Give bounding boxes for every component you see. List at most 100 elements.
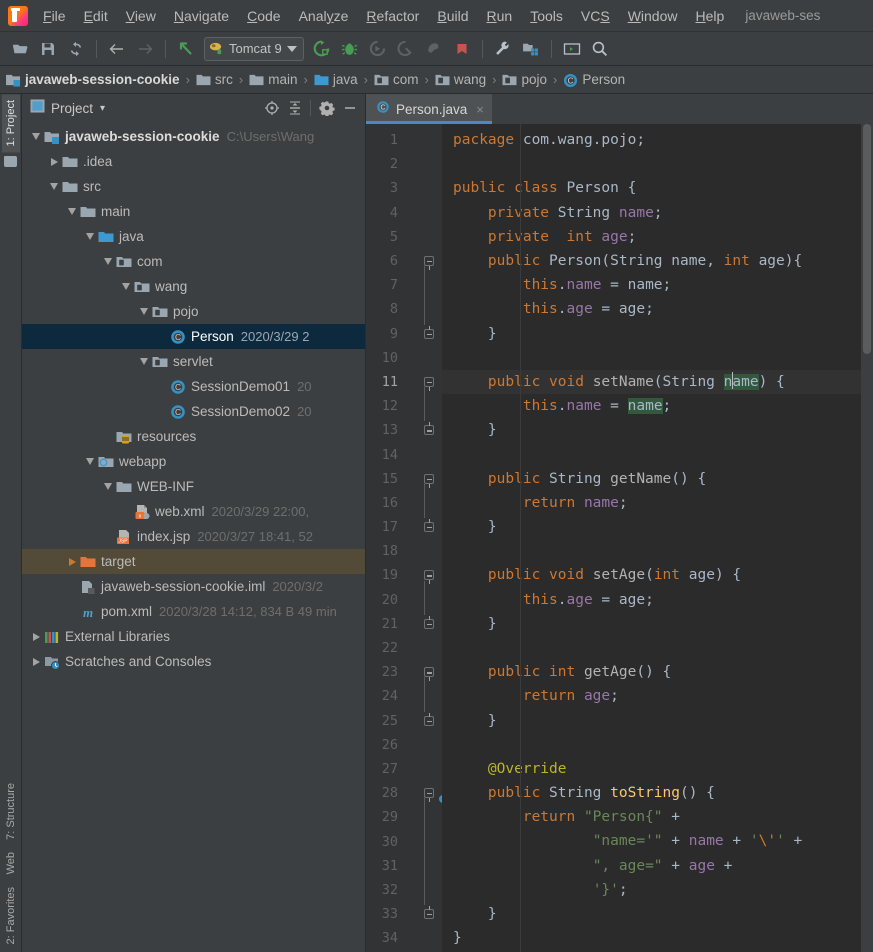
open-project-icon[interactable] bbox=[7, 36, 33, 62]
menu-item-analyze[interactable]: Analyze bbox=[290, 5, 358, 27]
menu-item-tools[interactable]: Tools bbox=[521, 5, 572, 27]
gutter-line-4[interactable]: 4 bbox=[366, 201, 442, 225]
gutter-line-30[interactable]: 30 bbox=[366, 829, 442, 853]
code-editor[interactable]: 1 2 3 4 5 6 7 8 9 10 11 12 13 14 15 16 17 18 19 20 21 22 23 24 2… bbox=[366, 124, 873, 952]
code-fold-close-icon[interactable] bbox=[424, 422, 434, 436]
tree-expander-icon[interactable] bbox=[64, 557, 80, 566]
code-fold-open-icon[interactable] bbox=[424, 570, 434, 585]
breadcrumb-item-src[interactable]: src bbox=[196, 72, 233, 87]
code-line-26[interactable] bbox=[442, 733, 873, 757]
tree-expander-icon[interactable] bbox=[28, 133, 44, 140]
code-fold-open-icon[interactable] bbox=[424, 667, 434, 682]
chevron-down-icon[interactable] bbox=[286, 45, 297, 52]
code-line-9[interactable]: } bbox=[442, 322, 873, 346]
gutter-line-9[interactable]: 9 bbox=[366, 322, 442, 346]
gutter-line-2[interactable]: 2 bbox=[366, 152, 442, 176]
tree-node-pom-xml[interactable]: m pom.xml 2020/3/28 14:12, 834 B 49 min bbox=[22, 599, 365, 624]
gutter-marker-area[interactable] bbox=[400, 519, 440, 533]
tree-node-resources[interactable]: resources bbox=[22, 424, 365, 449]
code-fold-open-icon[interactable] bbox=[424, 473, 434, 488]
collapse-all-icon[interactable] bbox=[284, 97, 306, 119]
menu-item-file[interactable]: File bbox=[34, 5, 75, 27]
back-icon[interactable] bbox=[104, 36, 130, 62]
code-line-24[interactable]: return age; bbox=[442, 684, 873, 708]
sync-icon[interactable] bbox=[63, 36, 89, 62]
code-fold-close-icon[interactable] bbox=[424, 519, 434, 533]
breadcrumb-item-person[interactable]: C Person bbox=[563, 72, 625, 87]
editor-scrollbar[interactable] bbox=[861, 124, 873, 952]
gutter-line-6[interactable]: 6 bbox=[366, 249, 442, 273]
code-line-5[interactable]: private int age; bbox=[442, 225, 873, 249]
gutter-marker-area[interactable] bbox=[400, 615, 440, 629]
tree-node-com[interactable]: com bbox=[22, 249, 365, 274]
tree-node-javaweb-session-cookie[interactable]: javaweb-session-cookie C:\Users\Wang bbox=[22, 124, 365, 149]
gutter-line-25[interactable]: 25 bbox=[366, 709, 442, 733]
tree-expander-icon[interactable] bbox=[46, 183, 62, 190]
code-line-8[interactable]: this.age = age; bbox=[442, 297, 873, 321]
sidebar-item-favorites[interactable]: 2: Favorites bbox=[2, 881, 20, 950]
gutter-line-34[interactable]: 34 bbox=[366, 926, 442, 950]
gutter-marker-area[interactable] bbox=[400, 376, 440, 391]
tree-node-scratches-and-consoles[interactable]: Scratches and Consoles bbox=[22, 649, 365, 674]
gutter-line-31[interactable]: 31 bbox=[366, 854, 442, 878]
tree-node-person[interactable]: C Person 2020/3/29 2 bbox=[22, 324, 365, 349]
tree-node-src[interactable]: src bbox=[22, 174, 365, 199]
menu-item-build[interactable]: Build bbox=[428, 5, 477, 27]
sidebar-item-structure[interactable]: 7: Structure bbox=[2, 777, 20, 846]
tree-node-pojo[interactable]: pojo bbox=[22, 299, 365, 324]
code-line-18[interactable] bbox=[442, 539, 873, 563]
code-line-1[interactable]: package com.wang.pojo; bbox=[442, 128, 873, 152]
sidebar-item-web[interactable]: Web bbox=[2, 846, 20, 880]
gutter-marker-area[interactable] bbox=[400, 712, 440, 726]
breadcrumb-item-javaweb-session-cookie[interactable]: javaweb-session-cookie bbox=[6, 72, 180, 87]
menu-item-window[interactable]: Window bbox=[619, 5, 687, 27]
breadcrumb-item-wang[interactable]: wang bbox=[435, 72, 486, 87]
breadcrumb-item-com[interactable]: com bbox=[374, 72, 419, 87]
tree-expander-icon[interactable] bbox=[136, 358, 152, 365]
code-line-33[interactable]: } bbox=[442, 902, 873, 926]
project-structure-icon[interactable] bbox=[518, 36, 544, 62]
tree-expander-icon[interactable] bbox=[136, 308, 152, 315]
gutter-marker-area[interactable] bbox=[400, 570, 440, 585]
gutter-line-18[interactable]: 18 bbox=[366, 539, 442, 563]
gutter-line-32[interactable]: 32 bbox=[366, 878, 442, 902]
gutter-line-16[interactable]: 16 bbox=[366, 491, 442, 515]
tree-node-main[interactable]: main bbox=[22, 199, 365, 224]
gutter-line-11[interactable]: 11 bbox=[366, 370, 442, 394]
code-line-4[interactable]: private String name; bbox=[442, 201, 873, 225]
breadcrumb-item-pojo[interactable]: pojo bbox=[502, 72, 547, 87]
code-fold-close-icon[interactable] bbox=[424, 906, 434, 920]
menu-item-edit[interactable]: Edit bbox=[75, 5, 117, 27]
code-line-6[interactable]: public Person(String name, int age){ bbox=[442, 249, 873, 273]
code-line-12[interactable]: this.name = name; bbox=[442, 394, 873, 418]
gutter-marker-area[interactable] bbox=[400, 325, 440, 339]
gutter-line-15[interactable]: 15 bbox=[366, 467, 442, 491]
gutter-marker-area[interactable] bbox=[400, 667, 440, 682]
menu-item-view[interactable]: View bbox=[117, 5, 165, 27]
tree-expander-icon[interactable] bbox=[46, 157, 62, 166]
gutter-line-20[interactable]: 20 bbox=[366, 588, 442, 612]
code-fold-open-icon[interactable] bbox=[424, 256, 434, 271]
tree-node-wang[interactable]: wang bbox=[22, 274, 365, 299]
gutter-line-23[interactable]: 23 bbox=[366, 660, 442, 684]
tree-expander-icon[interactable] bbox=[82, 233, 98, 240]
code-line-16[interactable]: return name; bbox=[442, 491, 873, 515]
tree-node-webapp[interactable]: webapp bbox=[22, 449, 365, 474]
code-fold-close-icon[interactable] bbox=[424, 615, 434, 629]
menu-item-navigate[interactable]: Navigate bbox=[165, 5, 238, 27]
close-icon[interactable]: × bbox=[476, 102, 484, 117]
tree-node-javaweb-session-cookie-iml[interactable]: javaweb-session-cookie.iml 2020/3/2 bbox=[22, 574, 365, 599]
tree-node--idea[interactable]: .idea bbox=[22, 149, 365, 174]
debug-icon[interactable] bbox=[337, 36, 363, 62]
gutter-line-33[interactable]: 33 bbox=[366, 902, 442, 926]
editor-code-content[interactable]: package com.wang.pojo; public class Pers… bbox=[442, 124, 873, 952]
editor-gutter[interactable]: 1 2 3 4 5 6 7 8 9 10 11 12 13 14 15 16 17 18 19 20 21 22 23 24 2… bbox=[366, 124, 451, 952]
tree-node-java[interactable]: java bbox=[22, 224, 365, 249]
gutter-line-13[interactable]: 13 bbox=[366, 418, 442, 442]
code-line-11[interactable]: public void setName(String name) { bbox=[442, 369, 873, 395]
menu-item-refactor[interactable]: Refactor bbox=[357, 5, 428, 27]
stop-icon[interactable] bbox=[449, 36, 475, 62]
tree-node-servlet[interactable]: servlet bbox=[22, 349, 365, 374]
terminal-icon[interactable] bbox=[559, 36, 585, 62]
code-line-15[interactable]: public String getName() { bbox=[442, 467, 873, 491]
